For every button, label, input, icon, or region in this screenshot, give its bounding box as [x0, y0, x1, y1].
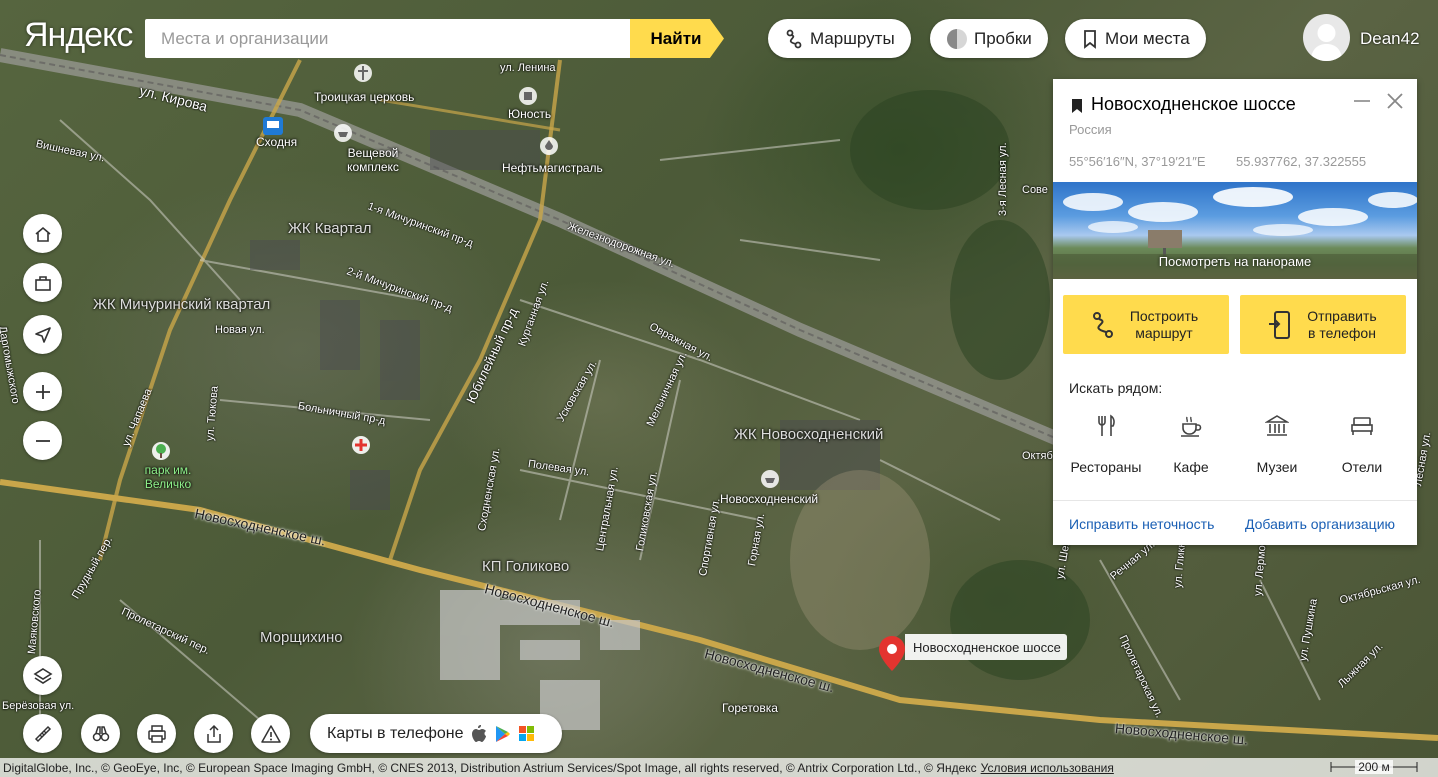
send-to-phone-label: Отправить в телефон [1307, 307, 1377, 341]
nearby-restaurants-label: Рестораны [1070, 459, 1142, 475]
search-button[interactable]: Найти [630, 19, 724, 58]
routes-label: Маршруты [810, 28, 895, 48]
scale-bar: 200 м [1330, 760, 1418, 774]
maps-on-phone-button[interactable]: Карты в телефоне [310, 714, 562, 753]
copyright-text: DigitalGlobe, Inc., © GeoEye, Inc, © Eur… [3, 760, 977, 775]
briefcase-icon [34, 275, 51, 291]
routes-button[interactable]: Маршруты [768, 19, 911, 58]
plus-icon [35, 384, 50, 399]
warning-icon [260, 724, 281, 743]
card-divider [1053, 500, 1417, 501]
home-button[interactable] [23, 214, 62, 253]
oil-poi-icon [540, 137, 558, 155]
zoom-in-button[interactable] [23, 372, 62, 411]
add-organization-link[interactable]: Добавить организацию [1245, 516, 1395, 532]
share-icon [206, 724, 221, 743]
nearby-museums[interactable]: Музеи [1232, 414, 1322, 475]
share-button[interactable] [194, 714, 233, 753]
bookmark-icon[interactable] [1070, 98, 1084, 114]
scale-label: 200 м [1355, 760, 1393, 774]
place-card: Новосходненское шоссе Россия 55°56′16″N,… [1053, 79, 1417, 545]
terms-link[interactable]: Условия использования [981, 761, 1114, 775]
my-places-label: Мои места [1105, 28, 1190, 48]
ruler-button[interactable] [23, 714, 62, 753]
nearby-cafes[interactable]: Кафе [1146, 414, 1236, 475]
place-country: Россия [1069, 122, 1112, 137]
coords-dms[interactable]: 55°56′16″N, 37°19′21″E [1069, 154, 1206, 169]
store-poi-icon [761, 470, 779, 488]
google-play-icon [495, 725, 510, 742]
youth-poi-icon [519, 87, 537, 105]
send-to-phone-button[interactable]: Отправить в телефон [1240, 295, 1406, 354]
search-input[interactable] [159, 27, 616, 50]
park-tree-icon [152, 442, 170, 460]
maps-on-phone-label: Карты в телефоне [327, 724, 464, 742]
ruler-icon [34, 725, 51, 742]
search-box[interactable] [145, 19, 630, 58]
minus-icon [35, 439, 50, 442]
route-icon [786, 29, 802, 48]
yandex-logo[interactable]: Яндекс [24, 16, 133, 55]
user-silhouette-icon [1311, 24, 1342, 61]
panorama-preview[interactable]: Посмотреть на панораме [1053, 182, 1417, 279]
train-station-icon [263, 117, 283, 135]
traffic-button[interactable]: Пробки [930, 19, 1048, 58]
nearby-cafes-label: Кафе [1173, 459, 1209, 475]
place-title: Новосходненское шоссе [1091, 94, 1296, 114]
apple-icon [471, 724, 486, 742]
traffic-icon [947, 28, 967, 49]
location-pin-icon [879, 636, 905, 671]
binoculars-icon [92, 725, 109, 741]
build-route-button[interactable]: Построить маршрут [1063, 295, 1229, 354]
fork-knife-icon [1098, 414, 1115, 436]
work-button[interactable] [23, 263, 62, 302]
bed-icon [1351, 417, 1373, 435]
zoom-out-button[interactable] [23, 421, 62, 460]
build-route-label: Построить маршрут [1129, 307, 1199, 341]
church-poi-icon [354, 64, 372, 82]
market-poi-icon [334, 124, 352, 142]
layers-icon [32, 667, 53, 684]
windows-icon [518, 725, 534, 741]
home-icon [34, 226, 51, 242]
copyright-bar: DigitalGlobe, Inc., © GeoEye, Inc, © Eur… [0, 758, 1438, 777]
username[interactable]: Dean42 [1360, 29, 1420, 49]
phone-icon [1269, 310, 1290, 339]
navigation-arrow-icon [34, 326, 51, 343]
nearby-museums-label: Музеи [1256, 459, 1298, 475]
print-button[interactable] [137, 714, 176, 753]
my-places-button[interactable]: Мои места [1065, 19, 1206, 58]
minimize-icon[interactable] [1352, 91, 1372, 111]
nearby-hotels[interactable]: Отели [1317, 414, 1407, 475]
layers-button[interactable] [23, 656, 62, 695]
museum-icon [1264, 415, 1290, 436]
bookmark-icon [1084, 29, 1096, 49]
coords-decimal[interactable]: 55.937762, 37.322555 [1236, 154, 1366, 169]
avatar[interactable] [1303, 14, 1350, 61]
hospital-icon [352, 436, 370, 454]
coffee-cup-icon [1181, 416, 1202, 437]
nearby-restaurants[interactable]: Рестораны [1061, 414, 1151, 475]
printer-icon [147, 724, 166, 743]
marker-label[interactable]: Новосходненское шоссе [905, 634, 1067, 660]
search-nearby-title: Искать рядом: [1069, 380, 1163, 396]
close-icon[interactable] [1385, 91, 1405, 111]
panorama-label: Посмотреть на панораме [1158, 254, 1312, 269]
panorama-button[interactable] [81, 714, 120, 753]
geolocation-button[interactable] [23, 315, 62, 354]
route-icon [1093, 311, 1113, 338]
report-button[interactable] [251, 714, 290, 753]
traffic-label: Пробки [974, 28, 1032, 48]
fix-inaccuracy-link[interactable]: Исправить неточность [1069, 516, 1214, 532]
nearby-hotels-label: Отели [1341, 459, 1383, 475]
